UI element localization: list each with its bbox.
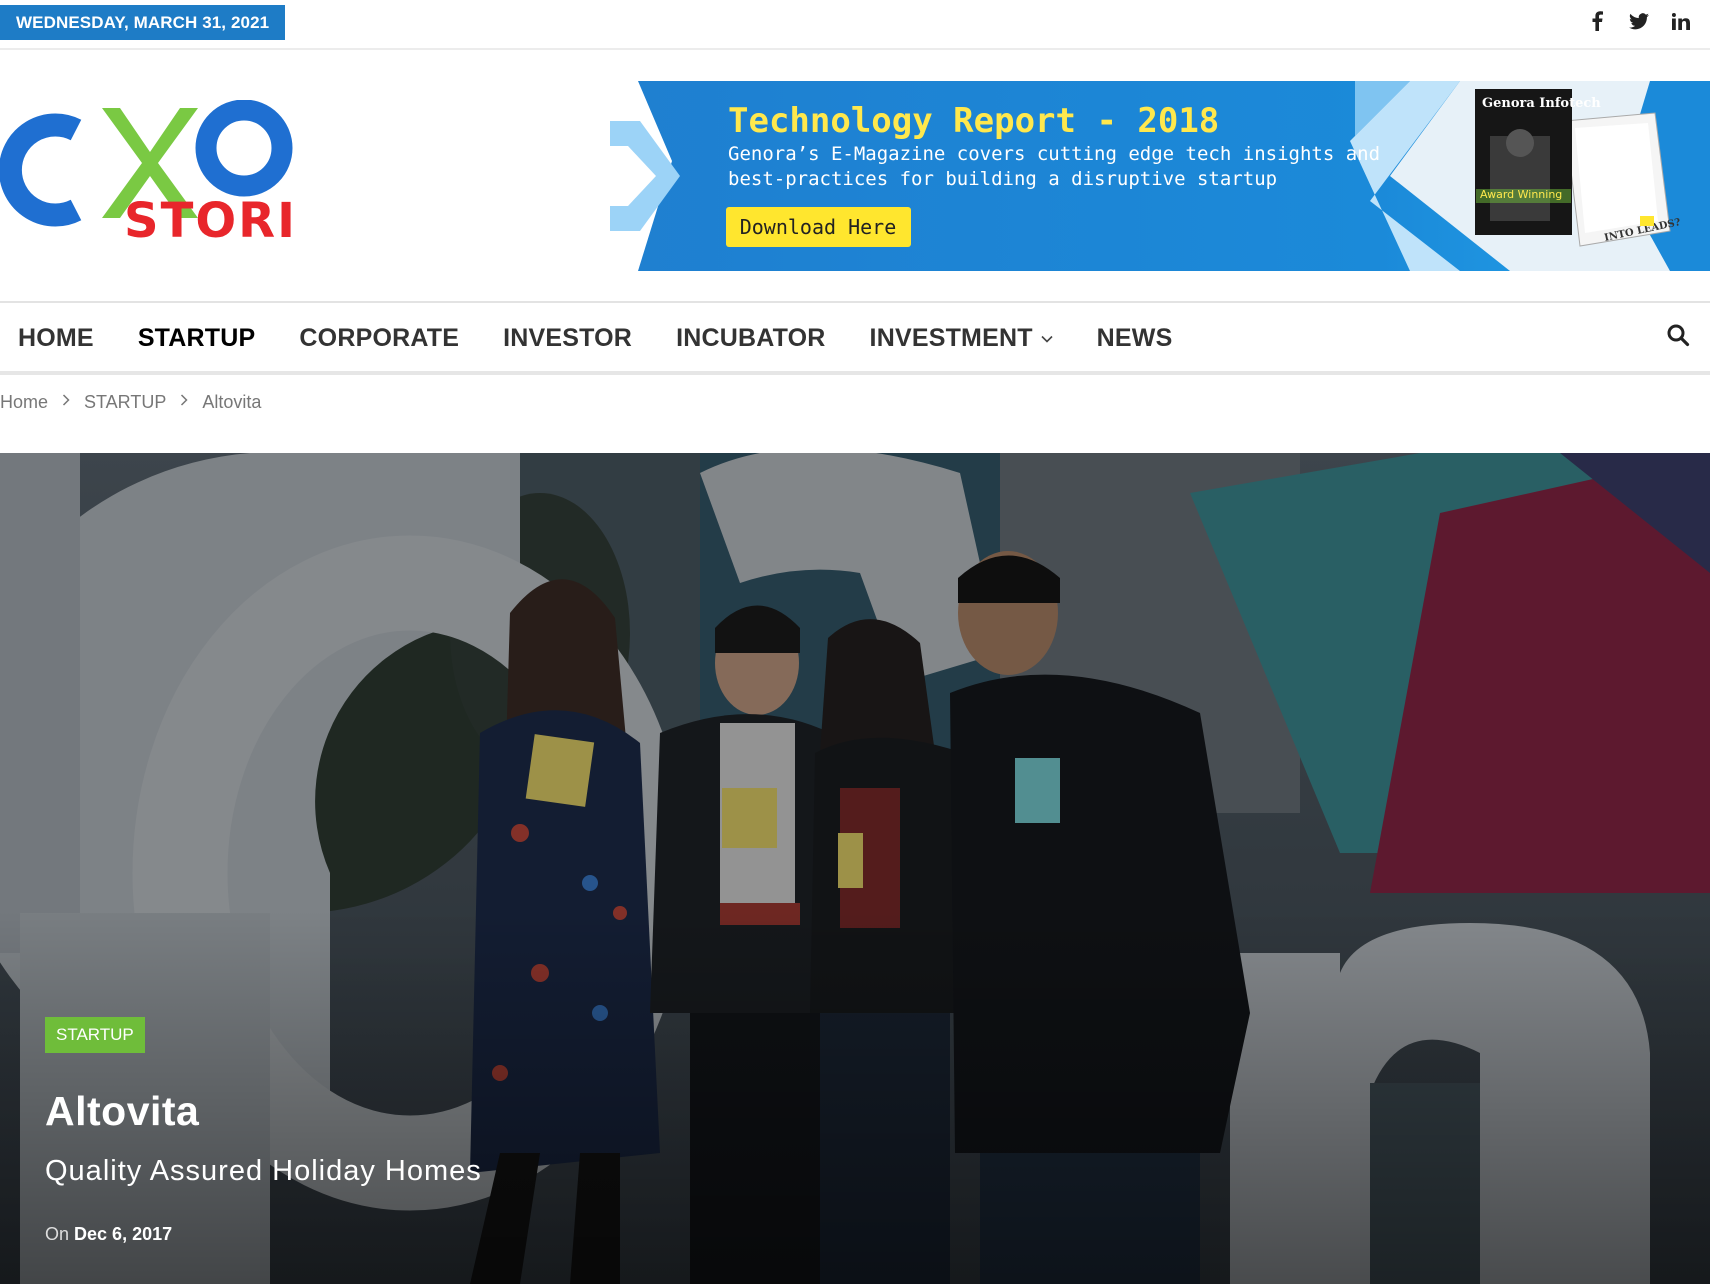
top-bar: WEDNESDAY, MARCH 31, 2021 [0, 0, 1710, 50]
post-date: Dec 6, 2017 [74, 1224, 173, 1244]
logo-wordmark: STORIES [124, 193, 300, 245]
post-meta-prefix: On [45, 1224, 70, 1244]
nav-item-investor[interactable]: INVESTOR [503, 324, 632, 353]
banner-line-1: Genora’s E-Magazine covers cutting edge … [728, 143, 1380, 165]
search-icon[interactable] [1666, 323, 1696, 353]
breadcrumb-startup[interactable]: STARTUP [84, 392, 166, 413]
breadcrumb: Home STARTUP Altovita [0, 390, 261, 414]
svg-text:Genora Infotech: Genora Infotech [1482, 96, 1601, 111]
site-logo[interactable]: STORIES [0, 99, 366, 249]
breadcrumb-home[interactable]: Home [0, 392, 48, 413]
post-subtitle: Quality Assured Holiday Homes [45, 1155, 482, 1187]
facebook-icon[interactable] [1576, 6, 1618, 36]
banner-line-2: best-practices for building a disruptive… [728, 168, 1277, 190]
chevron-down-icon [1041, 330, 1053, 347]
technology-report-banner[interactable]: Genora Infotech Award Winning INTO LEADS… [610, 81, 1710, 271]
nav-item-corporate[interactable]: CORPORATE [299, 324, 459, 353]
current-date-badge: WEDNESDAY, MARCH 31, 2021 [0, 5, 286, 40]
post-title[interactable]: Altovita [45, 1088, 199, 1135]
twitter-icon[interactable] [1618, 6, 1660, 36]
linkedin-icon[interactable] [1660, 6, 1702, 36]
social-links [1576, 6, 1702, 36]
svg-text:Download Here: Download Here [740, 215, 897, 239]
chevron-right-icon [180, 393, 188, 411]
nav-item-home[interactable]: HOME [18, 324, 94, 353]
chevron-right-icon [62, 393, 70, 411]
post-category-badge[interactable]: STARTUP [45, 1017, 145, 1053]
breadcrumb-current: Altovita [202, 391, 262, 412]
nav-item-investment[interactable]: INVESTMENT [870, 324, 1053, 353]
post-meta: On Dec 6, 2017 [45, 1224, 172, 1245]
svg-text:Award Winning: Award Winning [1480, 188, 1562, 201]
main-navigation: HOME STARTUP CORPORATE INVESTOR INCUBATO… [0, 301, 1710, 375]
download-here-button[interactable]: Download Here [726, 207, 911, 247]
nav-item-incubator[interactable]: INCUBATOR [676, 324, 825, 353]
nav-item-startup[interactable]: STARTUP [138, 324, 256, 353]
banner-title: Technology Report - 2018 [728, 101, 1219, 141]
nav-item-news[interactable]: NEWS [1097, 324, 1173, 353]
